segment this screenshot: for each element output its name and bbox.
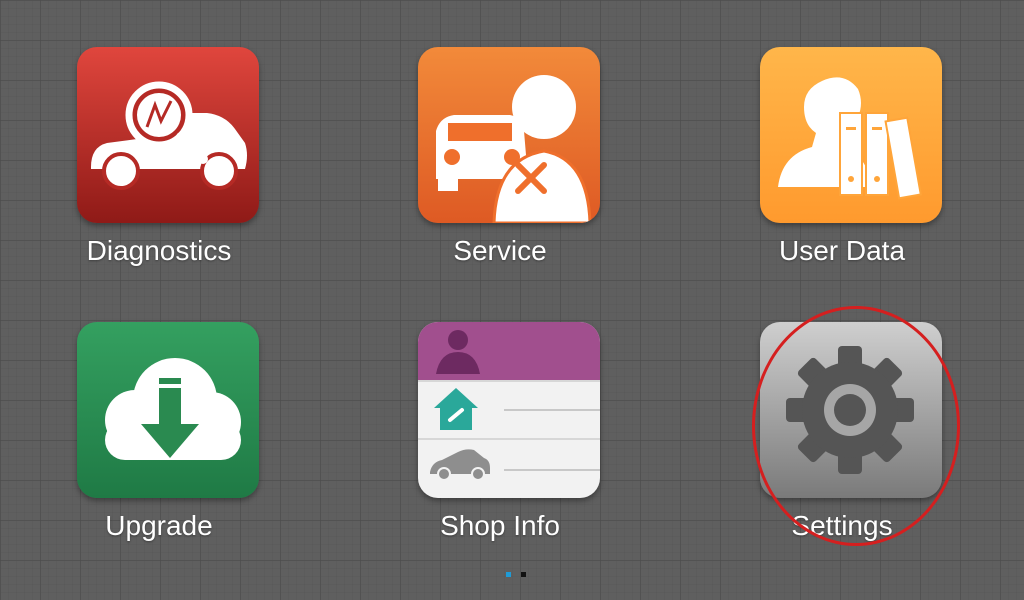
settings-icon[interactable] — [760, 322, 942, 498]
upgrade-label: Upgrade — [105, 510, 213, 541]
upgrade-app[interactable]: Upgrade — [38, 322, 259, 562]
launcher-screen: Diagnostics Service User Data Upgrade Sh… — [0, 0, 1024, 600]
diagnostics-label: Diagnostics — [86, 235, 232, 266]
shop-info-app[interactable]: Shop Info — [379, 322, 600, 562]
settings-label: Settings — [791, 510, 893, 541]
upgrade-icon[interactable] — [77, 322, 259, 498]
page-dot-1[interactable] — [506, 572, 511, 577]
user-data-icon[interactable] — [760, 47, 942, 223]
shop-info-icon[interactable] — [418, 322, 600, 498]
user-data-label: User Data — [778, 235, 906, 266]
shop-info-label: Shop Info — [440, 510, 560, 541]
settings-app[interactable]: Settings — [721, 322, 942, 562]
user-data-app[interactable]: User Data — [721, 47, 942, 287]
page-dot-2[interactable] — [521, 572, 526, 577]
service-label: Service — [453, 235, 547, 266]
diagnostics-icon[interactable] — [77, 47, 259, 223]
diagnostics-app[interactable]: Diagnostics — [38, 47, 259, 287]
page-indicator — [506, 572, 526, 578]
service-app[interactable]: Service — [379, 47, 600, 287]
service-icon[interactable] — [418, 47, 600, 223]
